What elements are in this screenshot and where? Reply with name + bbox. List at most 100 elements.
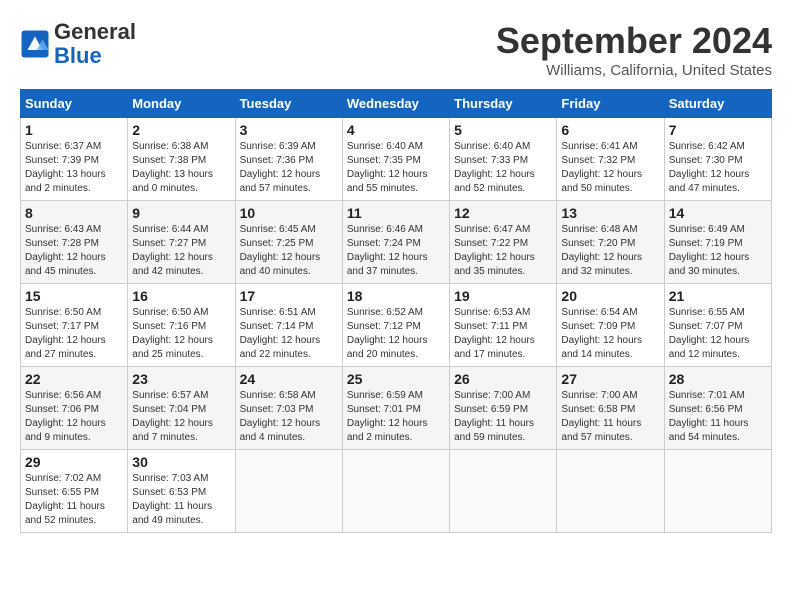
table-row: 7 Sunrise: 6:42 AMSunset: 7:30 PMDayligh… (664, 118, 771, 201)
table-row: 17 Sunrise: 6:51 AMSunset: 7:14 PMDaylig… (235, 284, 342, 367)
day-number: 5 (454, 122, 552, 138)
page-header: General Blue September 2024 Williams, Ca… (20, 20, 772, 79)
calendar-row: 29 Sunrise: 7:02 AMSunset: 6:55 PMDaylig… (21, 450, 772, 533)
table-row: 20 Sunrise: 6:54 AMSunset: 7:09 PMDaylig… (557, 284, 664, 367)
table-row: 4 Sunrise: 6:40 AMSunset: 7:35 PMDayligh… (342, 118, 449, 201)
day-info: Sunrise: 6:58 AMSunset: 7:03 PMDaylight:… (240, 389, 338, 445)
day-number: 23 (132, 371, 230, 387)
table-row: 19 Sunrise: 6:53 AMSunset: 7:11 PMDaylig… (450, 284, 557, 367)
table-row: 10 Sunrise: 6:45 AMSunset: 7:25 PMDaylig… (235, 201, 342, 284)
table-row: 25 Sunrise: 6:59 AMSunset: 7:01 PMDaylig… (342, 367, 449, 450)
day-number: 2 (132, 122, 230, 138)
logo-blue: Blue (54, 43, 102, 68)
table-row: 12 Sunrise: 6:47 AMSunset: 7:22 PMDaylig… (450, 201, 557, 284)
table-row: 18 Sunrise: 6:52 AMSunset: 7:12 PMDaylig… (342, 284, 449, 367)
table-row: 9 Sunrise: 6:44 AMSunset: 7:27 PMDayligh… (128, 201, 235, 284)
table-row: 26 Sunrise: 7:00 AMSunset: 6:59 PMDaylig… (450, 367, 557, 450)
day-number: 12 (454, 205, 552, 221)
day-info: Sunrise: 6:40 AMSunset: 7:35 PMDaylight:… (347, 140, 445, 196)
logo-general: General (54, 19, 136, 44)
day-info: Sunrise: 6:43 AMSunset: 7:28 PMDaylight:… (25, 223, 123, 279)
day-info: Sunrise: 6:48 AMSunset: 7:20 PMDaylight:… (561, 223, 659, 279)
day-number: 9 (132, 205, 230, 221)
day-info: Sunrise: 6:45 AMSunset: 7:25 PMDaylight:… (240, 223, 338, 279)
header-wednesday: Wednesday (342, 90, 449, 118)
day-number: 13 (561, 205, 659, 221)
day-info: Sunrise: 6:49 AMSunset: 7:19 PMDaylight:… (669, 223, 767, 279)
logo-text: General Blue (54, 20, 136, 68)
month-title: September 2024 (496, 20, 772, 62)
header-saturday: Saturday (664, 90, 771, 118)
table-row: 13 Sunrise: 6:48 AMSunset: 7:20 PMDaylig… (557, 201, 664, 284)
day-number: 29 (25, 454, 123, 470)
day-info: Sunrise: 6:51 AMSunset: 7:14 PMDaylight:… (240, 306, 338, 362)
day-number: 4 (347, 122, 445, 138)
table-row: 15 Sunrise: 6:50 AMSunset: 7:17 PMDaylig… (21, 284, 128, 367)
day-info: Sunrise: 6:59 AMSunset: 7:01 PMDaylight:… (347, 389, 445, 445)
day-number: 1 (25, 122, 123, 138)
table-row: 28 Sunrise: 7:01 AMSunset: 6:56 PMDaylig… (664, 367, 771, 450)
day-number: 28 (669, 371, 767, 387)
logo-icon (20, 29, 50, 59)
day-number: 16 (132, 288, 230, 304)
day-info: Sunrise: 6:47 AMSunset: 7:22 PMDaylight:… (454, 223, 552, 279)
logo: General Blue (20, 20, 136, 68)
header-thursday: Thursday (450, 90, 557, 118)
day-number: 20 (561, 288, 659, 304)
day-info: Sunrise: 6:39 AMSunset: 7:36 PMDaylight:… (240, 140, 338, 196)
day-info: Sunrise: 6:54 AMSunset: 7:09 PMDaylight:… (561, 306, 659, 362)
day-info: Sunrise: 7:03 AMSunset: 6:53 PMDaylight:… (132, 472, 230, 528)
day-number: 17 (240, 288, 338, 304)
day-info: Sunrise: 6:41 AMSunset: 7:32 PMDaylight:… (561, 140, 659, 196)
location-title: Williams, California, United States (496, 62, 772, 79)
day-number: 15 (25, 288, 123, 304)
day-number: 30 (132, 454, 230, 470)
table-row: 2 Sunrise: 6:38 AMSunset: 7:38 PMDayligh… (128, 118, 235, 201)
day-info: Sunrise: 6:50 AMSunset: 7:16 PMDaylight:… (132, 306, 230, 362)
table-row: 24 Sunrise: 6:58 AMSunset: 7:03 PMDaylig… (235, 367, 342, 450)
table-row: 6 Sunrise: 6:41 AMSunset: 7:32 PMDayligh… (557, 118, 664, 201)
day-number: 27 (561, 371, 659, 387)
day-info: Sunrise: 6:53 AMSunset: 7:11 PMDaylight:… (454, 306, 552, 362)
day-info: Sunrise: 6:44 AMSunset: 7:27 PMDaylight:… (132, 223, 230, 279)
day-number: 24 (240, 371, 338, 387)
table-row: 21 Sunrise: 6:55 AMSunset: 7:07 PMDaylig… (664, 284, 771, 367)
day-number: 18 (347, 288, 445, 304)
table-row: 3 Sunrise: 6:39 AMSunset: 7:36 PMDayligh… (235, 118, 342, 201)
day-info: Sunrise: 7:02 AMSunset: 6:55 PMDaylight:… (25, 472, 123, 528)
day-number: 6 (561, 122, 659, 138)
table-row: 11 Sunrise: 6:46 AMSunset: 7:24 PMDaylig… (342, 201, 449, 284)
table-row: 27 Sunrise: 7:00 AMSunset: 6:58 PMDaylig… (557, 367, 664, 450)
day-number: 3 (240, 122, 338, 138)
day-info: Sunrise: 6:42 AMSunset: 7:30 PMDaylight:… (669, 140, 767, 196)
table-row: 8 Sunrise: 6:43 AMSunset: 7:28 PMDayligh… (21, 201, 128, 284)
day-info: Sunrise: 7:01 AMSunset: 6:56 PMDaylight:… (669, 389, 767, 445)
table-row: 22 Sunrise: 6:56 AMSunset: 7:06 PMDaylig… (21, 367, 128, 450)
day-number: 11 (347, 205, 445, 221)
day-number: 26 (454, 371, 552, 387)
day-info: Sunrise: 7:00 AMSunset: 6:59 PMDaylight:… (454, 389, 552, 445)
day-info: Sunrise: 6:55 AMSunset: 7:07 PMDaylight:… (669, 306, 767, 362)
table-row: 16 Sunrise: 6:50 AMSunset: 7:16 PMDaylig… (128, 284, 235, 367)
table-row: 14 Sunrise: 6:49 AMSunset: 7:19 PMDaylig… (664, 201, 771, 284)
day-number: 10 (240, 205, 338, 221)
calendar-table: Sunday Monday Tuesday Wednesday Thursday… (20, 89, 772, 533)
calendar-row: 1 Sunrise: 6:37 AMSunset: 7:39 PMDayligh… (21, 118, 772, 201)
day-info: Sunrise: 7:00 AMSunset: 6:58 PMDaylight:… (561, 389, 659, 445)
calendar-row: 22 Sunrise: 6:56 AMSunset: 7:06 PMDaylig… (21, 367, 772, 450)
table-row (450, 450, 557, 533)
calendar-body: 1 Sunrise: 6:37 AMSunset: 7:39 PMDayligh… (21, 118, 772, 533)
day-info: Sunrise: 6:37 AMSunset: 7:39 PMDaylight:… (25, 140, 123, 196)
day-number: 21 (669, 288, 767, 304)
table-row: 1 Sunrise: 6:37 AMSunset: 7:39 PMDayligh… (21, 118, 128, 201)
calendar-row: 15 Sunrise: 6:50 AMSunset: 7:17 PMDaylig… (21, 284, 772, 367)
calendar-header-row: Sunday Monday Tuesday Wednesday Thursday… (21, 90, 772, 118)
header-monday: Monday (128, 90, 235, 118)
day-info: Sunrise: 6:46 AMSunset: 7:24 PMDaylight:… (347, 223, 445, 279)
title-area: September 2024 Williams, California, Uni… (496, 20, 772, 79)
day-number: 19 (454, 288, 552, 304)
table-row (664, 450, 771, 533)
day-info: Sunrise: 6:57 AMSunset: 7:04 PMDaylight:… (132, 389, 230, 445)
table-row: 5 Sunrise: 6:40 AMSunset: 7:33 PMDayligh… (450, 118, 557, 201)
day-number: 8 (25, 205, 123, 221)
